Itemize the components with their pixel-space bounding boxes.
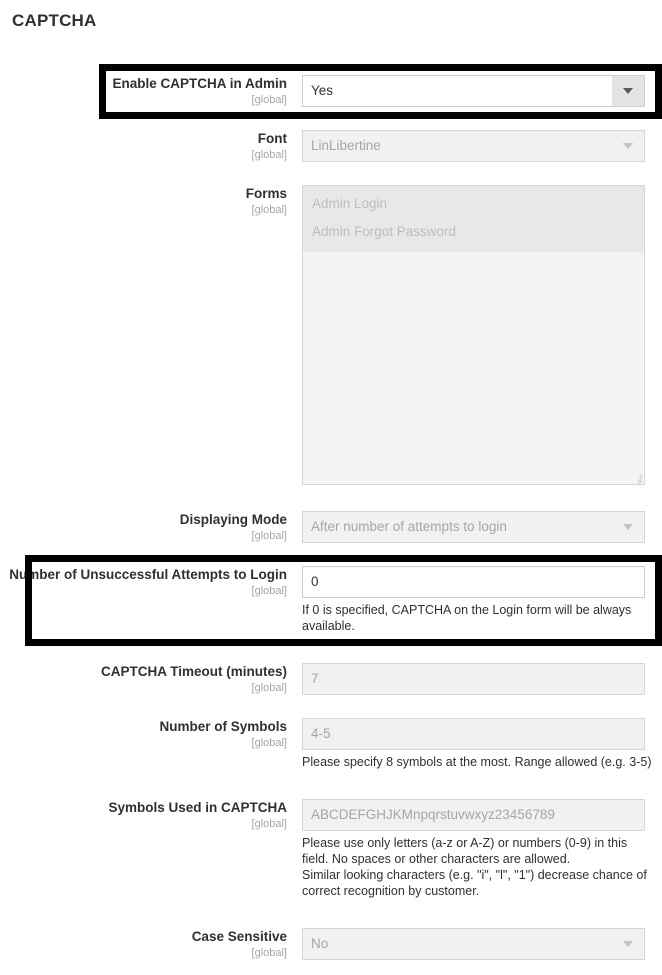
enable-captcha-select[interactable]: Yes <box>302 75 645 107</box>
scope-tag: [global] <box>251 149 287 161</box>
field-label-font: Font [global] <box>0 130 287 162</box>
label-text: Enable CAPTCHA in Admin <box>112 76 287 91</box>
list-item[interactable]: Admin Forgot Password <box>303 218 644 246</box>
list-item[interactable]: Admin Login <box>303 190 644 218</box>
label-text: CAPTCHA Timeout (minutes) <box>100 664 287 679</box>
symbols-used-note: Please use only letters (a-z or A-Z) or … <box>302 835 647 899</box>
case-sensitive-select-value[interactable]: No <box>302 928 613 960</box>
field-label-symbols-used: Symbols Used in CAPTCHA [global] <box>0 799 287 831</box>
scope-tag: [global] <box>251 204 287 216</box>
scope-tag: [global] <box>251 947 287 959</box>
field-control-number-of-symbols: 4-5 Please specify 8 symbols at the most… <box>302 718 662 770</box>
displaying-mode-select-value[interactable]: After number of attempts to login <box>302 511 613 543</box>
forms-multiselect[interactable]: Admin Login Admin Forgot Password <box>302 185 645 485</box>
field-control-case-sensitive: No <box>302 928 645 960</box>
field-control-captcha-timeout: 7 <box>302 663 645 695</box>
field-control-displaying-mode: After number of attempts to login <box>302 511 645 543</box>
field-control-enable-captcha: Yes <box>302 75 645 107</box>
captcha-settings-page: CAPTCHA Enable CAPTCHA in Admin [global]… <box>0 0 662 975</box>
chevron-down-icon[interactable] <box>612 928 645 960</box>
resize-handle-icon[interactable] <box>632 472 643 484</box>
field-label-case-sensitive: Case Sensitive [global] <box>0 928 287 960</box>
forms-selected-group: Admin Login Admin Forgot Password <box>303 186 644 252</box>
label-text: Symbols Used in CAPTCHA <box>108 800 287 815</box>
field-label-displaying-mode: Displaying Mode [global] <box>0 511 287 543</box>
field-label-number-of-symbols: Number of Symbols [global] <box>0 718 287 750</box>
scope-tag: [global] <box>251 585 287 597</box>
field-label-unsuccessful-attempts: Number of Unsuccessful Attempts to Login… <box>0 566 287 598</box>
symbols-used-input[interactable]: ABCDEFGHJKMnpqrstuvwxyz23456789 <box>302 799 645 831</box>
chevron-down-icon[interactable] <box>612 75 645 107</box>
font-select-value[interactable]: LinLibertine <box>302 130 613 162</box>
label-text: Number of Symbols <box>159 719 287 734</box>
field-label-captcha-timeout: CAPTCHA Timeout (minutes) [global] <box>0 663 287 695</box>
case-sensitive-select[interactable]: No <box>302 928 645 960</box>
symbols-used-note-line-1: Please use only letters (a-z or A-Z) or … <box>302 836 628 866</box>
field-label-forms: Forms [global] <box>0 185 287 217</box>
number-of-symbols-input[interactable]: 4-5 <box>302 718 645 750</box>
font-select[interactable]: LinLibertine <box>302 130 645 162</box>
enable-captcha-select-value[interactable]: Yes <box>302 75 613 107</box>
field-label-enable-captcha: Enable CAPTCHA in Admin [global] <box>0 75 287 107</box>
field-control-font: LinLibertine <box>302 130 645 162</box>
chevron-down-icon[interactable] <box>612 511 645 543</box>
captcha-timeout-input[interactable]: 7 <box>302 663 645 695</box>
page-title: CAPTCHA <box>12 11 97 30</box>
field-control-forms: Admin Login Admin Forgot Password <box>302 185 645 485</box>
scope-tag: [global] <box>251 94 287 106</box>
number-of-symbols-note: Please specify 8 symbols at the most. Ra… <box>302 755 652 769</box>
unsuccessful-attempts-input[interactable]: 0 <box>302 566 645 598</box>
unsuccessful-attempts-note: If 0 is specified, CAPTCHA on the Login … <box>302 603 632 633</box>
scope-tag: [global] <box>251 737 287 749</box>
field-control-unsuccessful-attempts: 0 If 0 is specified, CAPTCHA on the Logi… <box>302 566 647 634</box>
scope-tag: [global] <box>251 530 287 542</box>
symbols-used-note-line-2: Similar looking characters (e.g. "i", "l… <box>302 868 647 898</box>
scope-tag: [global] <box>251 818 287 830</box>
label-text: Displaying Mode <box>179 512 287 527</box>
chevron-down-icon[interactable] <box>612 130 645 162</box>
label-text: Font <box>257 131 287 146</box>
field-control-symbols-used: ABCDEFGHJKMnpqrstuvwxyz23456789 Please u… <box>302 799 647 899</box>
scope-tag: [global] <box>251 682 287 694</box>
displaying-mode-select[interactable]: After number of attempts to login <box>302 511 645 543</box>
label-text: Case Sensitive <box>191 929 287 944</box>
label-text: Number of Unsuccessful Attempts to Login <box>9 567 287 582</box>
label-text: Forms <box>245 186 287 201</box>
